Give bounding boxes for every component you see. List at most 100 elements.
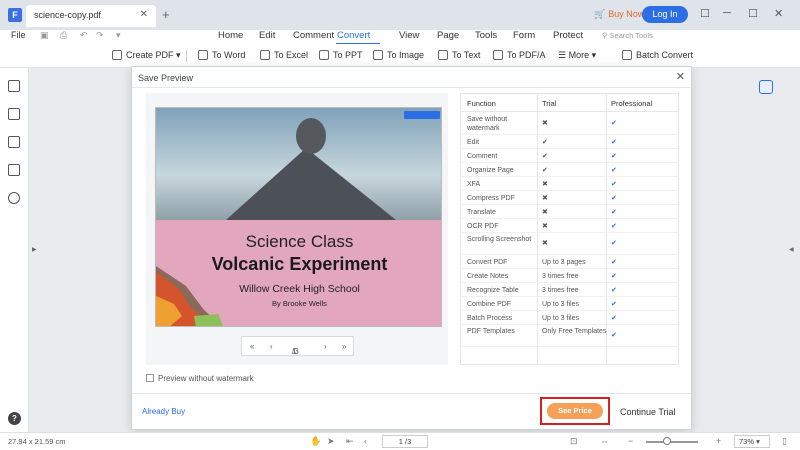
menu-convert[interactable]: Convert <box>337 30 370 41</box>
page-dimensions: 27.94 x 21.59 cm <box>8 437 66 446</box>
table-row: Batch Process Up to 3 files ✔ <box>461 311 678 325</box>
table-header: Function Trial Professional <box>461 94 678 112</box>
already-buy-link[interactable]: Already Buy <box>142 407 185 416</box>
to-ppt-button[interactable]: To PPT <box>319 50 363 60</box>
page-mode-icon[interactable]: ▯ <box>782 436 787 447</box>
minimize-icon[interactable]: ─ <box>723 7 731 19</box>
close-dialog-icon[interactable]: ✕ <box>676 70 685 83</box>
save-icon[interactable]: ▣ <box>40 30 49 41</box>
header-function: Function <box>467 99 496 108</box>
cover-panel: Science Class Volcanic Experiment Willow… <box>156 220 441 326</box>
to-excel-label: To Excel <box>274 50 309 60</box>
smoke-plume <box>296 118 326 154</box>
check-icon: ✔ <box>611 287 617 294</box>
unavailable-icon: ✖ <box>542 181 548 188</box>
table-row: Combine PDF Up to 3 files ✔ <box>461 297 678 311</box>
fit-width-icon[interactable]: ⇔ <box>600 436 609 446</box>
comment-icon[interactable] <box>8 136 20 148</box>
zoom-slider-thumb[interactable] <box>663 437 671 445</box>
to-text-button[interactable]: To Text <box>438 50 480 60</box>
maximize-icon[interactable]: ☐ <box>748 7 758 20</box>
ai-assistant-icon[interactable] <box>759 80 773 94</box>
feature-name: Combine PDF <box>467 301 511 308</box>
check-icon: ✔ <box>542 167 548 174</box>
check-icon: ✔ <box>611 139 617 146</box>
check-icon: ✔ <box>611 332 617 339</box>
menu-form[interactable]: Form <box>513 30 535 41</box>
menu-home[interactable]: Home <box>218 30 243 41</box>
batch-convert-button[interactable]: Batch Convert <box>622 50 693 60</box>
continue-trial-button[interactable]: Continue Trial <box>620 407 676 417</box>
next-page-icon[interactable]: › <box>324 342 327 351</box>
buy-now-link[interactable]: 🛒 Buy Now <box>594 9 644 20</box>
menu-edit[interactable]: Edit <box>259 30 275 41</box>
feature-name: OCR PDF <box>467 223 499 230</box>
volcano-shape <box>226 148 396 220</box>
print-icon[interactable]: ⎙ <box>60 30 67 41</box>
table-row: Edit ✔ ✔ <box>461 135 678 149</box>
zoom-in-icon[interactable]: + <box>716 436 721 446</box>
to-image-button[interactable]: To Image <box>373 50 424 60</box>
help-icon[interactable]: ? <box>8 412 21 425</box>
buy-now-label: Buy Now <box>608 9 645 19</box>
menu-protect[interactable]: Protect <box>553 30 583 41</box>
close-tab-icon[interactable]: ✕ <box>140 9 148 20</box>
trial-limit: Up to 3 files <box>542 315 579 322</box>
prev-page-nav-icon[interactable]: ‹ <box>364 436 367 446</box>
quick-access-dropdown-icon[interactable]: ▾ <box>116 30 121 41</box>
redo-icon[interactable]: ↷ <box>96 30 104 41</box>
attachment-icon[interactable] <box>8 164 20 176</box>
search-icon[interactable] <box>8 192 20 204</box>
cart-icon: 🛒 <box>594 9 606 19</box>
page-number-field[interactable]: 1 /3 <box>382 435 428 448</box>
bookmark-icon[interactable] <box>8 108 20 120</box>
zoom-level-dropdown[interactable]: 73% ▾ <box>734 435 770 448</box>
search-tools-input[interactable]: ⚲ Search Tools <box>602 31 653 40</box>
to-excel-button[interactable]: To Excel <box>260 50 308 60</box>
first-page-icon[interactable]: « <box>250 342 254 351</box>
to-word-button[interactable]: To Word <box>198 50 245 60</box>
check-icon: ✔ <box>542 153 548 160</box>
thumbnails-icon[interactable] <box>8 80 20 92</box>
status-bar: 27.94 x 21.59 cm ✋ ➤ ⇤ ‹ 1 /3 ⊡ ⇔ − + 73… <box>0 432 800 450</box>
zoom-slider[interactable] <box>646 441 698 443</box>
check-icon: ✔ <box>611 167 617 174</box>
preview-pager: « ‹ 1 /3 › » <box>241 336 354 356</box>
close-window-icon[interactable]: ✕ <box>774 7 783 20</box>
new-tab-icon[interactable]: + <box>162 7 170 22</box>
text-icon <box>438 50 448 60</box>
zoom-out-icon[interactable]: − <box>628 436 633 446</box>
menu-comment[interactable]: Comment <box>293 30 334 41</box>
document-tab[interactable]: science-copy.pdf ✕ <box>26 5 156 27</box>
hand-tool-icon[interactable]: ✋ <box>310 436 321 447</box>
expand-left-panel-icon[interactable]: ▶ <box>32 246 37 253</box>
checkbox-box[interactable] <box>146 374 154 382</box>
table-row: Create Notes 3 times free ✔ <box>461 269 678 283</box>
first-page-nav-icon[interactable]: ⇤ <box>346 436 354 447</box>
see-price-button[interactable]: See Price <box>547 403 603 419</box>
menu-tools[interactable]: Tools <box>475 30 497 41</box>
pdfa-icon <box>493 50 503 60</box>
cover-title-line1: Science Class <box>245 232 354 251</box>
feature-name: Recognize Table <box>467 287 519 294</box>
more-button[interactable]: ☰ More ▾ <box>558 50 596 61</box>
check-icon: ✔ <box>611 153 617 160</box>
login-button[interactable]: Log In <box>642 6 688 23</box>
create-pdf-button[interactable]: Create PDF ▾ <box>112 50 181 61</box>
menu-page[interactable]: Page <box>437 30 459 41</box>
expand-right-panel-icon[interactable]: ◀ <box>789 246 794 253</box>
menu-view[interactable]: View <box>399 30 419 41</box>
unavailable-icon: ✖ <box>542 209 548 216</box>
left-sidebar: ? <box>0 68 29 432</box>
table-row: PDF Templates Only Free Templates ✔ <box>461 325 678 347</box>
undo-icon[interactable]: ↶ <box>80 30 88 41</box>
create-pdf-icon <box>112 50 122 60</box>
preview-without-watermark-checkbox[interactable]: Preview without watermark <box>146 374 254 383</box>
fit-page-icon[interactable]: ⊡ <box>570 436 578 447</box>
to-pdfa-button[interactable]: To PDF/A <box>493 50 546 60</box>
prev-page-icon[interactable]: ‹ <box>270 342 273 351</box>
file-menu[interactable]: File <box>11 30 26 40</box>
notification-icon[interactable]: ☐ <box>700 7 710 20</box>
last-page-icon[interactable]: » <box>342 342 346 351</box>
select-tool-icon[interactable]: ➤ <box>327 436 335 447</box>
